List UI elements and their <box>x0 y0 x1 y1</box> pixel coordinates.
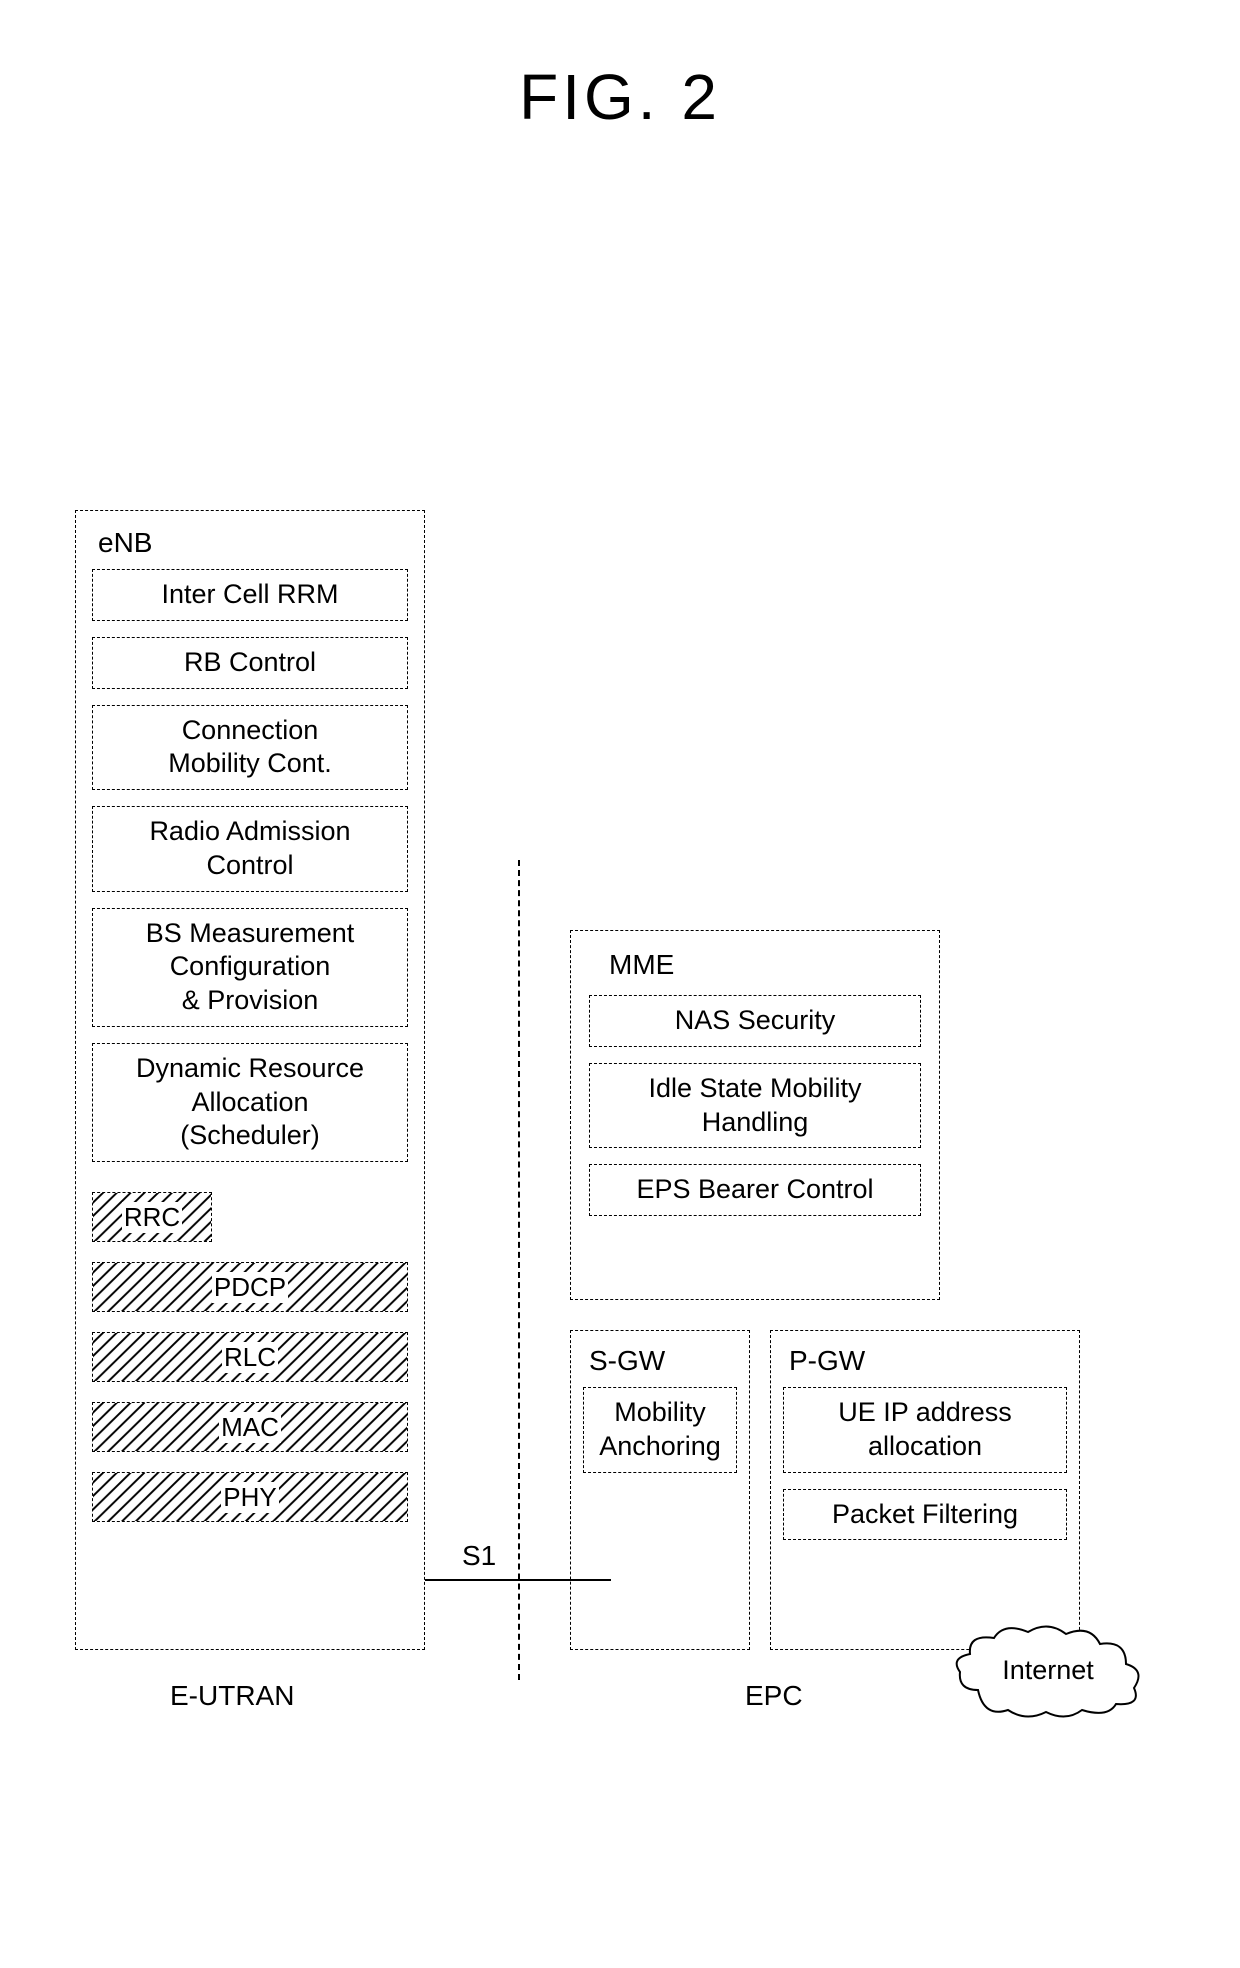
mme-fn-nas-security: NAS Security <box>589 995 921 1047</box>
domain-divider <box>518 860 520 1680</box>
pgw-block: P-GW UE IP addressallocation Packet Filt… <box>770 1330 1080 1650</box>
mme-fn-idle-state-mobility: Idle State MobilityHandling <box>589 1063 921 1149</box>
enb-layer-mac: MAC <box>92 1402 408 1452</box>
enb-layer-rlc: RLC <box>92 1332 408 1382</box>
pgw-title: P-GW <box>783 1343 1067 1387</box>
enb-layer-rrc-label: RRC <box>122 1202 182 1233</box>
enb-title: eNB <box>92 525 408 569</box>
enb-fn-bs-measurement: BS MeasurementConfiguration& Provision <box>92 908 408 1027</box>
enb-layer-mac-label: MAC <box>219 1412 281 1443</box>
mme-title: MME <box>589 945 921 995</box>
s1-interface-label: S1 <box>462 1540 496 1572</box>
mme-block: MME NAS Security Idle State MobilityHand… <box>570 930 940 1300</box>
sgw-block: S-GW MobilityAnchoring <box>570 1330 750 1650</box>
sgw-fn-mobility-anchoring: MobilityAnchoring <box>583 1387 737 1473</box>
enb-layer-pdcp-label: PDCP <box>212 1272 288 1303</box>
enb-fn-scheduler: Dynamic ResourceAllocation(Scheduler) <box>92 1043 408 1162</box>
enb-layer-rlc-label: RLC <box>222 1342 278 1373</box>
figure-2: FIG. 2 eNB Inter Cell RRM RB Control Con… <box>0 0 1240 1968</box>
enb-block: eNB Inter Cell RRM RB Control Connection… <box>75 510 425 1650</box>
pgw-fn-packet-filtering: Packet Filtering <box>783 1489 1067 1541</box>
epc-domain-label: EPC <box>745 1680 803 1712</box>
enb-layer-phy-label: PHY <box>221 1482 278 1513</box>
pgw-fn-ip-allocation: UE IP addressallocation <box>783 1387 1067 1473</box>
internet-cloud: Internet <box>958 1630 1138 1710</box>
enb-layer-pdcp: PDCP <box>92 1262 408 1312</box>
enb-layer-rrc: RRC <box>92 1192 212 1242</box>
eutran-domain-label: E-UTRAN <box>170 1680 294 1712</box>
enb-fn-rb-control: RB Control <box>92 637 408 689</box>
enb-fn-radio-admission: Radio AdmissionControl <box>92 806 408 892</box>
enb-layer-phy: PHY <box>92 1472 408 1522</box>
figure-title: FIG. 2 <box>0 60 1240 134</box>
enb-fn-inter-cell-rrm: Inter Cell RRM <box>92 569 408 621</box>
internet-label: Internet <box>1002 1655 1094 1685</box>
sgw-title: S-GW <box>583 1343 737 1387</box>
enb-fn-connection-mobility: ConnectionMobility Cont. <box>92 705 408 791</box>
mme-fn-eps-bearer-control: EPS Bearer Control <box>589 1164 921 1216</box>
